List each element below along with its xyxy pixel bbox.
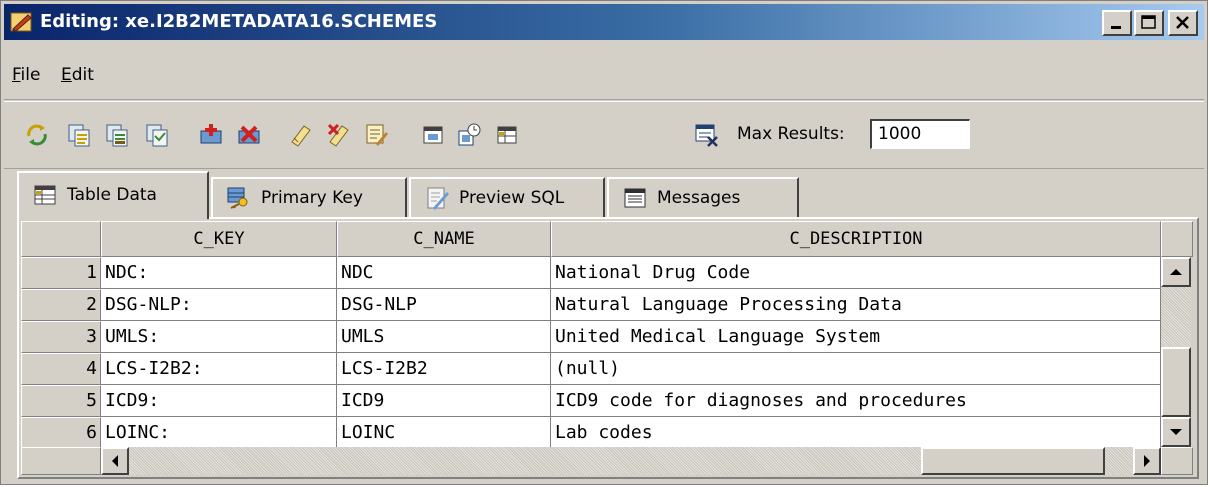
maximize-button[interactable] [1134, 10, 1164, 36]
tab-table-data[interactable]: Table Data [17, 171, 209, 219]
tab-label: Preview SQL [459, 188, 565, 208]
vertical-scroll-thumb[interactable] [1161, 347, 1191, 417]
scroll-up-button[interactable] [1161, 257, 1191, 287]
column-header-c-description[interactable]: C_DESCRIPTION [551, 221, 1161, 257]
delete-row-icon[interactable] [236, 122, 262, 148]
clear-icon[interactable] [694, 122, 720, 148]
row-header[interactable]: 1 [21, 257, 101, 289]
horizontal-scroll-thumb[interactable] [921, 447, 1105, 475]
cell-c-description[interactable]: United Medical Language System [551, 321, 1161, 353]
edit-icon[interactable] [364, 122, 390, 148]
scroll-down-button[interactable] [1161, 417, 1191, 447]
minimize-button[interactable] [1102, 10, 1132, 36]
menu-edit[interactable]: Edit [61, 65, 94, 85]
menu-file-label: ile [20, 65, 41, 85]
menu-edit-accel: E [61, 65, 72, 85]
clone-row-icon[interactable] [144, 122, 170, 148]
toolbar: Max Results: 1000 [4, 101, 1204, 169]
cell-c-key[interactable]: NDC: [101, 257, 337, 289]
column-header-c-name[interactable]: C_NAME [337, 221, 551, 257]
cell-c-key[interactable]: LOINC: [101, 417, 337, 449]
sql-icon [425, 186, 449, 210]
cell-c-description[interactable]: ICD9 code for diagnoses and procedures [551, 385, 1161, 417]
vertical-scrollbar[interactable] [1161, 257, 1191, 447]
max-results-label: Max Results: [737, 124, 845, 144]
column-header-corner [1161, 221, 1193, 257]
scroll-right-button[interactable] [1133, 447, 1161, 475]
title-bar[interactable]: Editing: xe.I2B2METADATA16.SCHEMES [4, 4, 1204, 40]
row-header[interactable]: 6 [21, 417, 101, 449]
app-icon [10, 10, 34, 34]
export-icon[interactable] [456, 122, 482, 148]
cell-c-name[interactable]: ICD9 [337, 385, 551, 417]
tab-preview-sql[interactable]: Preview SQL [409, 177, 605, 217]
key-icon [227, 186, 251, 210]
row-header[interactable]: 3 [21, 321, 101, 353]
cell-c-name[interactable]: LCS-I2B2 [337, 353, 551, 385]
cell-c-key[interactable]: DSG-NLP: [101, 289, 337, 321]
data-grid: C_KEY C_NAME C_DESCRIPTION 1 NDC: NDC Natio… [17, 217, 1199, 479]
row-header[interactable]: 5 [21, 385, 101, 417]
cell-c-description[interactable]: Natural Language Processing Data [551, 289, 1161, 321]
scroll-left-button[interactable] [101, 447, 129, 475]
minimize-icon [1111, 26, 1121, 29]
data-grid-body: C_KEY C_NAME C_DESCRIPTION 1 NDC: NDC Natio… [21, 221, 1193, 475]
maximize-icon [1141, 15, 1156, 29]
commit-icon[interactable] [288, 122, 314, 148]
row-number-header [21, 221, 101, 257]
arrow-left-icon [112, 455, 118, 467]
max-results-input[interactable]: 1000 [870, 119, 970, 149]
row-header[interactable]: 4 [21, 353, 101, 385]
close-icon [1176, 16, 1189, 29]
arrow-right-icon [1144, 455, 1150, 467]
column-header-c-key[interactable]: C_KEY [101, 221, 337, 257]
insert-row-icon[interactable] [198, 122, 224, 148]
messages-icon [623, 186, 647, 210]
cell-c-name[interactable]: UMLS [337, 321, 551, 353]
close-button[interactable] [1168, 10, 1198, 36]
tab-label: Messages [657, 188, 741, 208]
menu-file[interactable]: File [12, 65, 40, 85]
menu-bar: File Edit [4, 45, 1204, 100]
cell-c-name[interactable]: LOINC [337, 417, 551, 449]
scroll-corner-left [21, 447, 101, 475]
paste-row-icon[interactable] [104, 122, 130, 148]
cell-c-description[interactable]: National Drug Code [551, 257, 1161, 289]
cell-c-description[interactable]: (null) [551, 353, 1161, 385]
tab-strip: Table Data Primary Key Preview SQL Messa… [17, 171, 1197, 219]
cell-c-key[interactable]: UMLS: [101, 321, 337, 353]
arrow-up-icon [1170, 269, 1182, 275]
arrow-down-icon [1170, 429, 1182, 435]
window-title: Editing: xe.I2B2METADATA16.SCHEMES [40, 11, 438, 32]
horizontal-scrollbar[interactable] [101, 447, 1161, 475]
cell-c-name[interactable]: NDC [337, 257, 551, 289]
table-icon [33, 183, 57, 207]
tab-label: Primary Key [261, 188, 363, 208]
cell-c-key[interactable]: ICD9: [101, 385, 337, 417]
refresh-icon[interactable] [24, 122, 50, 148]
tab-label: Table Data [67, 185, 157, 205]
tab-primary-key[interactable]: Primary Key [211, 177, 407, 217]
cell-c-name[interactable]: DSG-NLP [337, 289, 551, 321]
copy-row-icon[interactable] [66, 122, 92, 148]
cell-c-key[interactable]: LCS-I2B2: [101, 353, 337, 385]
menu-edit-label: dit [71, 65, 94, 85]
scroll-corner-right [1161, 447, 1193, 475]
rollback-icon[interactable] [326, 122, 352, 148]
editor-window: Editing: xe.I2B2METADATA16.SCHEMES File … [0, 0, 1208, 485]
filter-icon[interactable] [420, 122, 446, 148]
cell-c-description[interactable]: Lab codes [551, 417, 1161, 449]
menu-file-accel: F [12, 65, 21, 85]
table-icon[interactable] [494, 122, 520, 148]
row-header[interactable]: 2 [21, 289, 101, 321]
tab-messages[interactable]: Messages [607, 177, 799, 217]
